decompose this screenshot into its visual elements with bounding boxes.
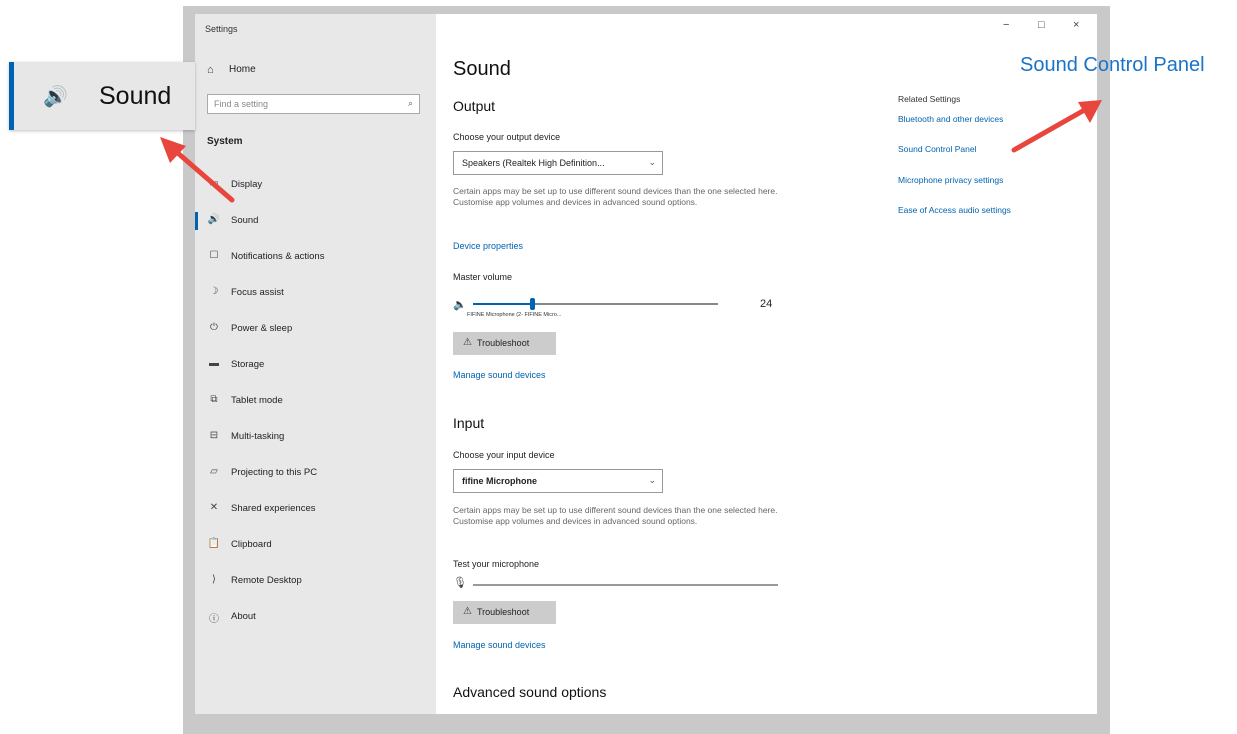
arrow-to-sound-tile [160, 137, 235, 203]
arrow-to-sound-control-panel [1011, 100, 1102, 153]
annotation-arrows [160, 100, 1102, 203]
